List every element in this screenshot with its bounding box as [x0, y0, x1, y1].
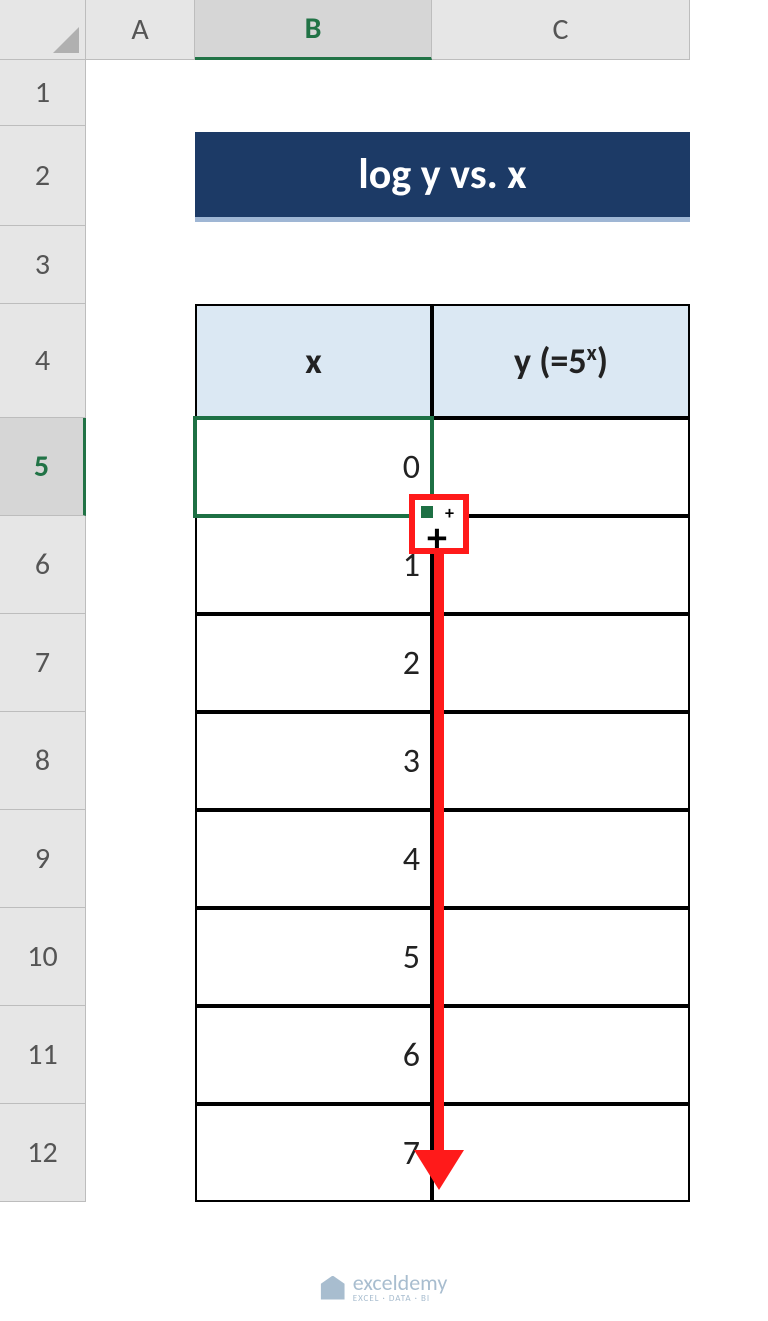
y-header-text: y (=5x)	[514, 339, 608, 383]
row-header-11[interactable]: 11	[0, 1006, 86, 1104]
page-title: log y vs. x	[195, 132, 690, 217]
column-header-C[interactable]: C	[432, 0, 690, 60]
cell-C8[interactable]	[432, 712, 690, 810]
cell-C5[interactable]	[432, 418, 690, 516]
watermark-logo-icon	[321, 1276, 345, 1300]
cell-C10[interactable]	[432, 908, 690, 1006]
cell-C11[interactable]	[432, 1006, 690, 1104]
cell-C7[interactable]	[432, 614, 690, 712]
row-header-8[interactable]: 8	[0, 712, 86, 810]
row-header-4[interactable]: 4	[0, 304, 86, 418]
cell-B11[interactable]: 6	[195, 1006, 432, 1104]
row-header-12[interactable]: 12	[0, 1104, 86, 1202]
plus-cursor-icon: +	[427, 518, 447, 558]
cell-C12[interactable]	[432, 1104, 690, 1202]
root: A B C 1 2 3 4 5 6 7 8 9 10 11 12 log y v…	[0, 0, 768, 1321]
cell-B10[interactable]: 5	[195, 908, 432, 1006]
row-header-3[interactable]: 3	[0, 226, 86, 304]
cell-B6[interactable]: 1	[195, 516, 432, 614]
row-header-9[interactable]: 9	[0, 810, 86, 908]
watermark-text: exceldemy EXCEL · DATA · BI	[353, 1272, 448, 1303]
row-header-7[interactable]: 7	[0, 614, 86, 712]
drag-arrow-head-icon	[414, 1150, 464, 1190]
column-header-A[interactable]: A	[86, 0, 195, 60]
watermark: exceldemy EXCEL · DATA · BI	[321, 1272, 448, 1303]
cell-B12[interactable]: 7	[195, 1104, 432, 1202]
column-header-B[interactable]: B	[195, 0, 432, 60]
row-header-10[interactable]: 10	[0, 908, 86, 1006]
corner-triangle-icon	[53, 27, 79, 53]
cell-C6[interactable]	[432, 516, 690, 614]
table-header-x[interactable]: x	[195, 304, 432, 418]
table-header-y[interactable]: y (=5x)	[432, 304, 690, 418]
select-all-corner[interactable]	[0, 0, 86, 60]
row-header-6[interactable]: 6	[0, 516, 86, 614]
row-header-1[interactable]: 1	[0, 60, 86, 126]
cell-B5[interactable]: 0	[195, 418, 432, 516]
row-header-2[interactable]: 2	[0, 126, 86, 226]
cell-B9[interactable]: 4	[195, 810, 432, 908]
cell-B7[interactable]: 2	[195, 614, 432, 712]
cell-B8[interactable]: 3	[195, 712, 432, 810]
drag-arrow-line	[434, 554, 444, 1154]
fill-handle-cursor-highlight: + +	[409, 494, 469, 554]
row-header-5[interactable]: 5	[0, 418, 86, 516]
cell-C9[interactable]	[432, 810, 690, 908]
